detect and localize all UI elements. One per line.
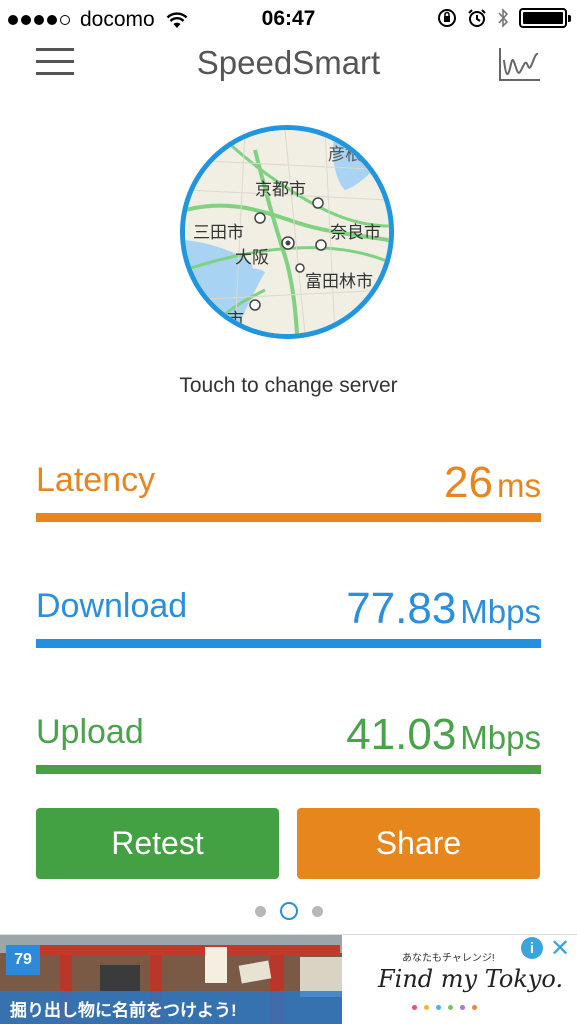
retest-button[interactable]: Retest — [36, 808, 279, 879]
download-row: Download 77.83 Mbps — [36, 566, 541, 648]
alarm-icon — [468, 9, 486, 27]
upload-label: Upload — [36, 713, 144, 751]
upload-bar — [36, 765, 541, 774]
ad-banner[interactable]: 79 掘り出し物に名前をつけよう! あなたもチャレンジ! Find my Tok… — [0, 934, 577, 1024]
ad-badge: 79 — [6, 945, 40, 975]
download-bar — [36, 639, 541, 648]
results-graph-button[interactable] — [496, 44, 542, 84]
line-graph-icon — [499, 48, 540, 81]
close-icon[interactable]: ✕ — [547, 935, 573, 962]
orientation-lock-icon — [438, 9, 456, 27]
ad-caption: 掘り出し物に名前をつけよう! — [0, 991, 342, 1024]
map-label-kyoto: 京都市 — [255, 180, 306, 200]
battery-icon — [519, 8, 571, 28]
upload-row: Upload 41.03 Mbps — [36, 692, 541, 774]
ad-decoration-dots — [412, 1005, 477, 1010]
download-label: Download — [36, 587, 188, 625]
page-indicator — [0, 902, 577, 920]
page-dot-1[interactable] — [254, 905, 266, 917]
info-icon[interactable]: i — [521, 937, 543, 959]
latency-value: 26 — [444, 458, 493, 507]
status-right — [437, 8, 571, 28]
upload-value: 41.03 — [346, 710, 457, 759]
download-value: 77.83 — [346, 584, 457, 633]
ad-photo: 79 掘り出し物に名前をつけよう! — [0, 935, 342, 1024]
server-map[interactable]: 彦根 京都市 三田市 大阪 奈良市 富田林市 市 — [180, 125, 394, 339]
map-label-nara: 奈良市 — [330, 223, 381, 243]
latency-label: Latency — [36, 461, 156, 499]
page-dot-3[interactable] — [311, 905, 323, 917]
map-label-osaka: 大阪 — [235, 248, 269, 268]
latency-row: Latency 26 ms — [36, 440, 541, 522]
app-title: SpeedSmart — [196, 44, 381, 81]
upload-value-group: 41.03 Mbps — [346, 710, 541, 760]
map-label-partial: 市 — [227, 310, 244, 330]
map-illustration: 彦根 京都市 三田市 大阪 奈良市 富田林市 市 — [185, 130, 389, 334]
bluetooth-icon — [498, 8, 509, 28]
download-unit: Mbps — [460, 593, 541, 630]
upload-unit: Mbps — [460, 719, 541, 756]
latency-value-group: 26 ms — [444, 458, 541, 508]
map-label-tondabayashi: 富田林市 — [305, 272, 373, 292]
download-value-group: 77.83 Mbps — [346, 584, 541, 634]
page-dot-2-active[interactable] — [279, 902, 298, 920]
change-server-hint: Touch to change server — [179, 374, 398, 397]
ad-subtitle: あなたもチャレンジ! — [402, 953, 495, 964]
map-label-sanda: 三田市 — [193, 223, 244, 243]
status-bar: docomo 06:47 — [0, 0, 577, 40]
share-button[interactable]: Share — [297, 808, 540, 879]
ad-brand: Find my Tokyo. — [378, 965, 564, 993]
latency-bar — [36, 513, 541, 522]
map-label-hikone: 彦根 — [328, 145, 362, 165]
latency-unit: ms — [497, 467, 541, 504]
